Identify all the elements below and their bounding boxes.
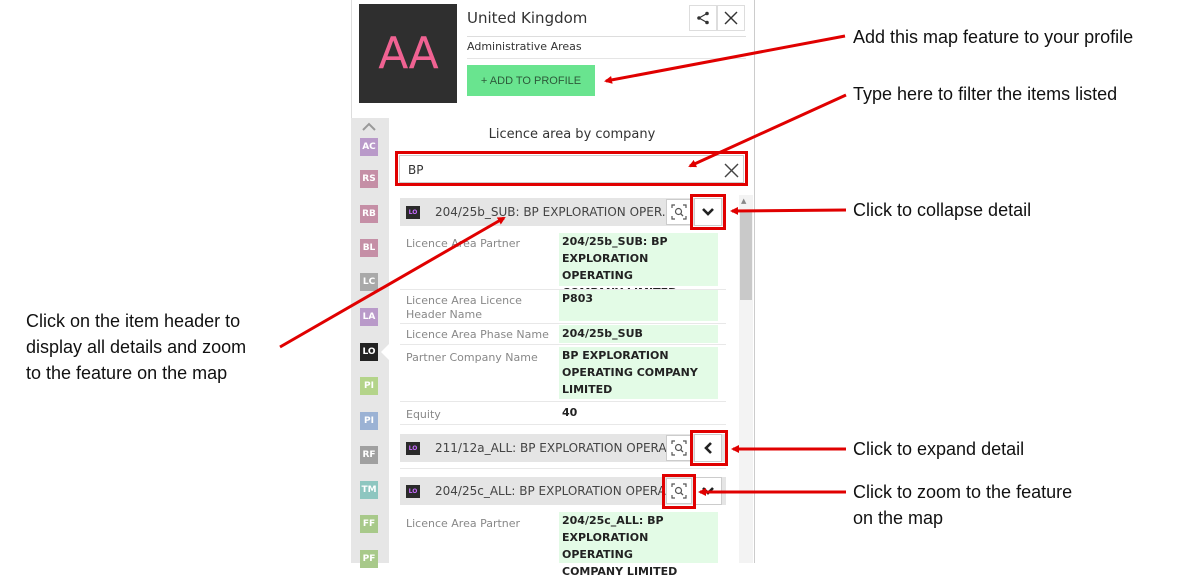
collapse-highlight-box bbox=[690, 194, 726, 230]
rail-item-bl[interactable]: BL bbox=[360, 239, 378, 257]
detail-label: Licence Area Partner bbox=[406, 237, 521, 250]
share-icon bbox=[697, 11, 709, 25]
feature-subtitle: Administrative Areas bbox=[467, 40, 582, 53]
rail-item-rs[interactable]: RS bbox=[360, 170, 378, 188]
expand-highlight-box bbox=[690, 430, 728, 466]
divider bbox=[467, 58, 746, 59]
detail-value: 204/25c_ALL: BP EXPLORATION OPERATING CO… bbox=[559, 512, 718, 578]
scroll-up-icon[interactable]: ▲ bbox=[741, 197, 746, 205]
detail-value: BP EXPLORATION OPERATING COMPANY LIMITED bbox=[559, 347, 718, 399]
divider bbox=[400, 401, 726, 402]
chevron-down-icon bbox=[702, 487, 714, 495]
item-title: 204/25b_SUB: BP EXPLORATION OPER... bbox=[435, 205, 674, 219]
detail-value: 40 bbox=[562, 406, 578, 419]
share-button[interactable] bbox=[689, 5, 717, 31]
close-button[interactable] bbox=[717, 5, 745, 31]
rail-item-rb[interactable]: RB bbox=[360, 205, 378, 223]
rail-item-la[interactable]: LA bbox=[360, 308, 378, 326]
collapse-detail-button[interactable] bbox=[694, 477, 722, 505]
feature-thumbnail: AA bbox=[359, 4, 457, 103]
layer-badge: LO bbox=[406, 206, 420, 219]
divider bbox=[400, 468, 726, 469]
add-to-profile-button[interactable]: + ADD TO PROFILE bbox=[467, 65, 595, 96]
chevron-up-icon[interactable] bbox=[361, 121, 377, 133]
zoom-to-feature-button[interactable] bbox=[666, 199, 692, 225]
layer-badge: LO bbox=[406, 485, 420, 498]
rail-item-pf[interactable]: PF bbox=[360, 550, 378, 568]
divider bbox=[400, 424, 726, 425]
zoom-to-feature-button[interactable] bbox=[666, 435, 692, 461]
panel-border bbox=[351, 0, 352, 120]
active-pointer bbox=[381, 344, 389, 360]
detail-value: 204/25b_SUB bbox=[559, 325, 718, 343]
rail-item-ac[interactable]: AC bbox=[360, 138, 378, 156]
layer-badge: LO bbox=[406, 442, 420, 455]
detail-label: Partner Company Name bbox=[406, 351, 538, 364]
note-add-profile: Add this map feature to your profile bbox=[853, 27, 1134, 47]
note-filter: Type here to filter the items listed bbox=[853, 84, 1118, 104]
rail-item-ff[interactable]: FF bbox=[360, 515, 378, 533]
note-expand: Click to expand detail bbox=[853, 439, 1025, 459]
detail-label: Licence Area Phase Name bbox=[406, 328, 549, 341]
panel-border bbox=[754, 0, 755, 563]
rail-item-tm[interactable]: TM bbox=[360, 481, 378, 499]
detail-value: 204/25b_SUB: BP EXPLORATION OPERATING CO… bbox=[559, 233, 718, 299]
detail-label: Licence Area Partner bbox=[406, 517, 521, 530]
note-header-click: Click on the item header to display all … bbox=[26, 311, 247, 383]
divider bbox=[400, 323, 726, 324]
rail-item-lc[interactable]: LC bbox=[360, 273, 378, 291]
scrollbar-thumb[interactable] bbox=[740, 210, 752, 300]
zoom-icon bbox=[671, 204, 687, 220]
divider bbox=[467, 36, 746, 37]
zoom-highlight-box bbox=[662, 474, 696, 509]
detail-label: Equity bbox=[406, 408, 441, 421]
detail-label: Licence Area Licence Header Name bbox=[406, 294, 522, 321]
rail-item-pi[interactable]: PI bbox=[360, 377, 378, 395]
rail-item-rf[interactable]: RF bbox=[360, 446, 378, 464]
list-title: Licence area by company bbox=[488, 127, 656, 142]
filter-highlight-box bbox=[395, 151, 748, 186]
rail-item-lo[interactable]: LO bbox=[360, 343, 378, 361]
note-collapse: Click to collapse detail bbox=[853, 200, 1032, 220]
note-zoom: Click to zoom to the feature on the map bbox=[853, 482, 1073, 528]
divider bbox=[400, 344, 726, 345]
item-title: 211/12a_ALL: BP EXPLORATION OPERA... bbox=[435, 441, 678, 455]
rail-item-pi[interactable]: PI bbox=[360, 412, 378, 430]
item-title: 204/25c_ALL: BP EXPLORATION OPERA... bbox=[435, 484, 678, 498]
feature-title: United Kingdom bbox=[467, 9, 588, 27]
close-icon bbox=[724, 11, 738, 25]
detail-value: P803 bbox=[559, 290, 718, 321]
zoom-icon bbox=[671, 440, 687, 456]
thumbnail-text: AA bbox=[378, 28, 438, 79]
